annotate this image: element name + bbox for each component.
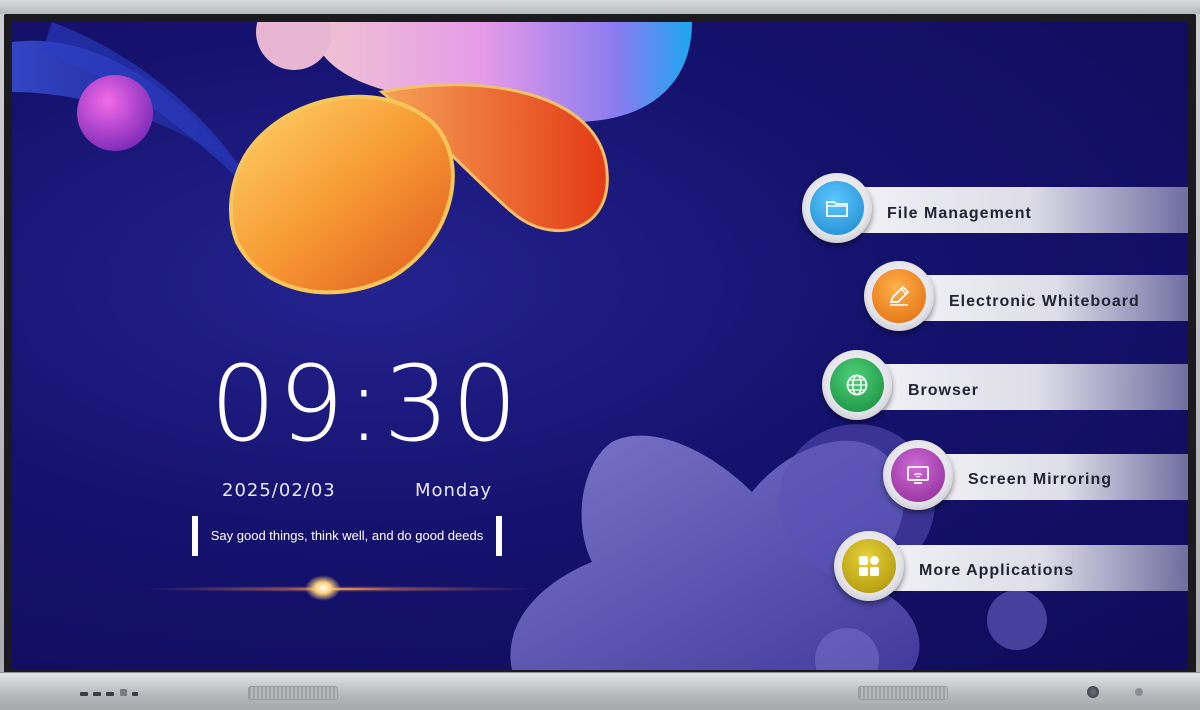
menu-label: Browser [908, 382, 980, 399]
usb-port [93, 692, 101, 696]
app-screen-mirroring[interactable]: Screen Mirroring [883, 440, 1188, 510]
usb-port [106, 692, 114, 696]
menu-label: Electronic Whiteboard [949, 293, 1140, 310]
speaker-grille [248, 686, 338, 700]
app-electronic-whiteboard[interactable]: Electronic Whiteboard [864, 261, 1188, 331]
home-screen: 09:30 2025/02/03 Monday Say good things,… [12, 22, 1188, 670]
frame-top-edge [0, 0, 1200, 14]
menu-label: File Management [887, 205, 1032, 222]
apps-grid-icon[interactable] [834, 531, 904, 601]
date-row: 2025/02/03 Monday [222, 480, 492, 501]
app-more-applications[interactable]: More Applications [834, 531, 1188, 601]
speaker-grille [858, 686, 948, 700]
motto-text: Say good things, think well, and do good… [210, 528, 484, 543]
pencil-icon[interactable] [864, 261, 934, 331]
typec-port [132, 692, 138, 696]
motto-widget: Say good things, think well, and do good… [192, 516, 502, 556]
app-browser[interactable]: Browser [822, 350, 1188, 420]
folder-icon[interactable] [802, 173, 872, 243]
app-file-management[interactable]: File Management [802, 173, 1188, 243]
weekday-text: Monday [414, 480, 492, 501]
light-sensor [1135, 688, 1143, 696]
bottom-bezel [0, 672, 1200, 710]
date-text: 2025/02/03 [222, 480, 336, 501]
menu-label: Screen Mirroring [968, 471, 1113, 488]
power-button[interactable] [1087, 686, 1099, 698]
light-flare-core [305, 575, 341, 601]
screen-mirror-icon[interactable] [883, 440, 953, 510]
globe-icon[interactable] [822, 350, 892, 420]
usb-port [80, 692, 88, 696]
menu-bar [852, 364, 1188, 410]
menu-label: More Applications [919, 562, 1075, 579]
hdmi-port [120, 689, 127, 696]
clock-time: 09:30 [210, 343, 520, 465]
